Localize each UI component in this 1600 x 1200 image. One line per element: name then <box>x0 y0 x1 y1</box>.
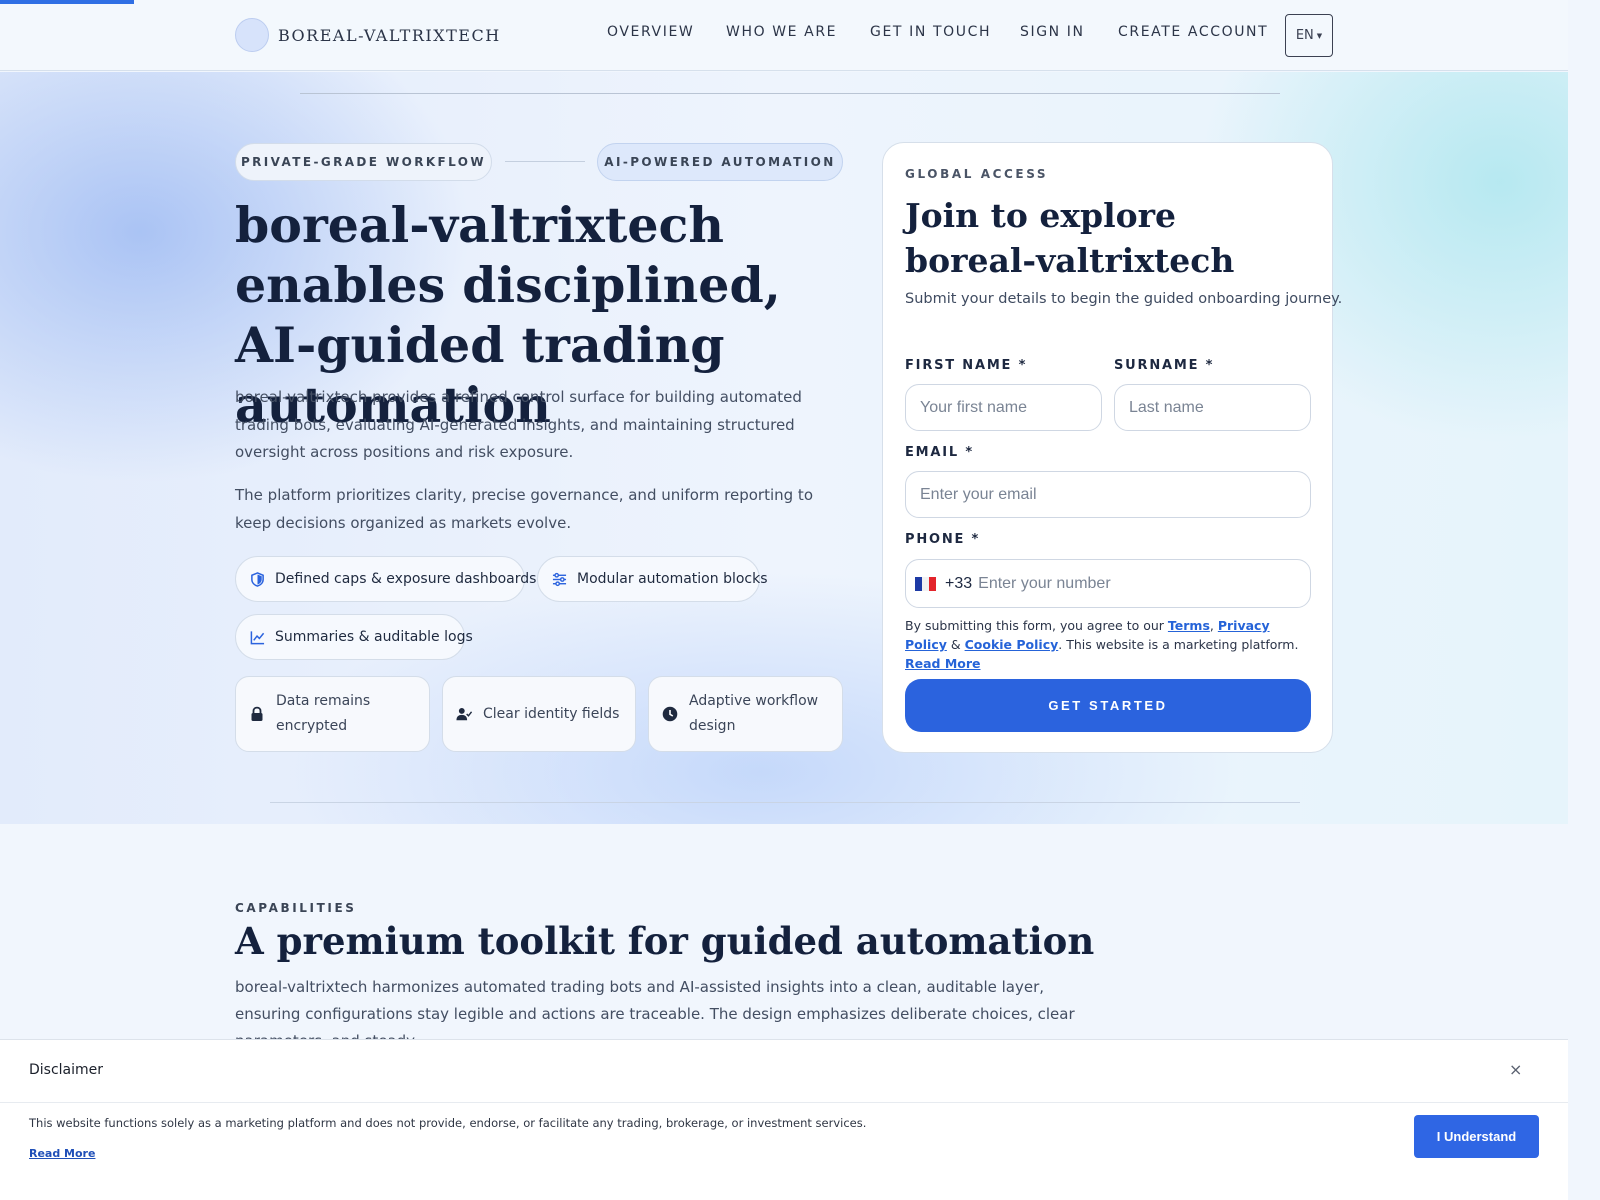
card-identity-fields: Clear identity fields <box>442 676 636 752</box>
nav-sign-in[interactable]: SIGN IN <box>1020 24 1085 46</box>
nav-get-in-touch[interactable]: GET IN TOUCH <box>870 24 991 46</box>
feature-label: Defined caps & exposure dashboards <box>275 571 537 587</box>
feature-label: Summaries & auditable logs <box>275 629 473 645</box>
chart-line-icon <box>250 630 265 644</box>
nav-overview[interactable]: OVERVIEW <box>607 24 694 46</box>
read-more-link[interactable]: Read More <box>905 656 981 671</box>
i-understand-button[interactable]: I Understand <box>1414 1115 1539 1158</box>
shield-icon <box>251 571 264 587</box>
consent-suffix: . This website is a marketing platform. <box>1058 637 1299 652</box>
logo-mark <box>235 18 269 52</box>
email-label: EMAIL * <box>905 445 974 460</box>
nav-create-account[interactable]: CREATE ACCOUNT <box>1118 24 1268 46</box>
signup-form-card: GLOBAL ACCESS Join to explore boreal-val… <box>882 142 1342 753</box>
feature-caps-exposure: Defined caps & exposure dashboards <box>235 556 536 602</box>
user-check-icon <box>456 707 472 721</box>
phone-field: +33 <box>905 559 1311 608</box>
consent-text: By submitting this form, you agree to ou… <box>905 616 1305 673</box>
consent-separator: , <box>1209 618 1218 633</box>
close-icon[interactable]: × <box>1509 1060 1522 1079</box>
card-label: Adaptive workflow design <box>689 693 819 734</box>
first-name-label: FIRST NAME * <box>905 358 1028 373</box>
hero-divider-bottom <box>270 802 1300 803</box>
phone-label: PHONE * <box>905 532 981 547</box>
nav-who-we-are[interactable]: WHO WE ARE <box>726 24 837 46</box>
feature-modular-blocks: Modular automation blocks <box>537 556 768 602</box>
form-subtitle: Submit your details to begin the guided … <box>905 291 1343 307</box>
sliders-icon <box>552 572 567 586</box>
cookie-policy-link[interactable]: Cookie Policy <box>965 637 1059 652</box>
tag-connector <box>505 161 585 162</box>
card-data-encrypted: Data remains encrypted <box>235 676 430 752</box>
card-label: Clear identity fields <box>483 705 620 722</box>
email-input[interactable] <box>905 471 1311 518</box>
chevron-down-icon: ▼ <box>1316 31 1323 40</box>
feature-summaries-logs: Summaries & auditable logs <box>235 614 473 660</box>
consent-prefix: By submitting this form, you agree to ou… <box>905 618 1168 633</box>
phone-dial-code[interactable]: +33 <box>945 575 972 593</box>
scroll-progress-bar <box>0 0 134 4</box>
hero-divider-top <box>300 93 1280 94</box>
language-value: EN <box>1295 28 1314 43</box>
disclaimer-divider <box>0 1102 1568 1103</box>
brand-name: BOREAL-VALTRIXTECH <box>278 25 501 45</box>
disclaimer-title: Disclaimer <box>29 1062 104 1078</box>
france-flag-icon[interactable] <box>915 576 936 591</box>
disclaimer-read-more-link[interactable]: Read More <box>29 1147 95 1160</box>
disclaimer-text: This website functions solely as a marke… <box>29 1116 867 1130</box>
disclaimer-banner: Disclaimer × This website functions sole… <box>0 1039 1568 1200</box>
language-selector[interactable]: EN ▼ <box>1285 14 1333 57</box>
card-adaptive-workflow: Adaptive workflow design <box>648 676 843 752</box>
capabilities-title: A premium toolkit for guided automation <box>235 919 1095 963</box>
surname-label: SURNAME * <box>1114 358 1215 373</box>
terms-link[interactable]: Terms <box>1168 618 1210 633</box>
card-label: Data remains encrypted <box>276 693 371 734</box>
surname-input[interactable] <box>1114 384 1311 431</box>
capabilities-eyebrow: CAPABILITIES <box>235 901 357 915</box>
form-title: Join to explore boreal-valtrixtech <box>905 196 1235 280</box>
brand-logo[interactable]: BOREAL-VALTRIXTECH <box>235 18 501 52</box>
site-header: BOREAL-VALTRIXTECH OVERVIEW WHO WE ARE G… <box>0 0 1568 71</box>
feature-label: Modular automation blocks <box>577 571 768 587</box>
first-name-input[interactable] <box>905 384 1102 431</box>
form-eyebrow: GLOBAL ACCESS <box>905 167 1049 181</box>
clock-icon <box>662 706 678 722</box>
get-started-button[interactable]: GET STARTED <box>905 679 1311 732</box>
tag-private-grade: PRIVATE-GRADE WORKFLOW <box>235 143 492 181</box>
lock-icon <box>251 706 263 721</box>
phone-input[interactable] <box>978 574 1279 593</box>
hero-description: boreal-valtrixtech provides a refined co… <box>235 388 802 461</box>
consent-separator: & <box>946 637 965 652</box>
hero-description-secondary: The platform prioritizes clarity, precis… <box>235 486 813 532</box>
tag-ai-powered: AI-POWERED AUTOMATION <box>597 143 843 181</box>
